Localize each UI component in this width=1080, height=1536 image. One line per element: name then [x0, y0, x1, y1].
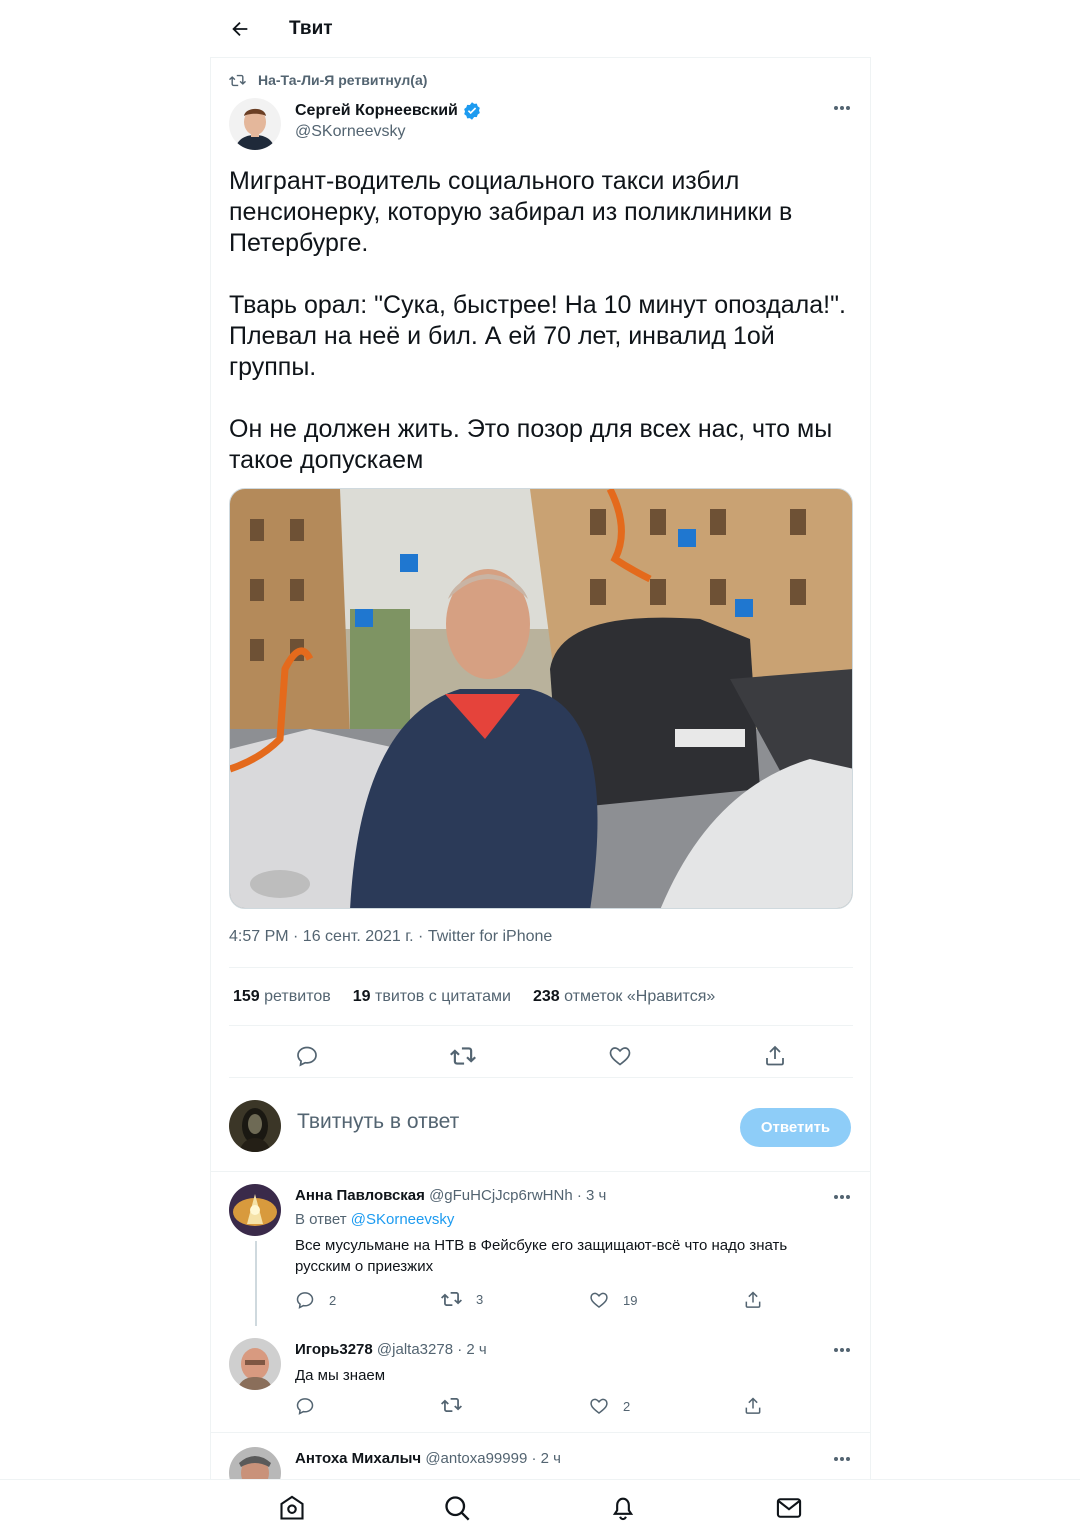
top-bar: Твит: [210, 0, 870, 57]
retweet-icon: [229, 74, 246, 86]
divider: [229, 967, 853, 968]
tweet-text: Мигрант-водитель социального такси избил…: [229, 167, 846, 474]
back-arrow-icon: [232, 21, 248, 36]
reply-icon: [296, 1292, 314, 1309]
divider: [229, 1077, 853, 1078]
reply-author[interactable]: Антоха Михалыч @antoxa99999 · 2 ч: [295, 1450, 561, 1467]
mail-icon[interactable]: [775, 1494, 803, 1522]
reply-actions: 2 3 19: [295, 1290, 775, 1314]
more-button[interactable]: [830, 1342, 854, 1358]
tweet-column: На-Та-Ли-Я ретвитнул(а) Сергей Корнеевск…: [210, 57, 871, 1479]
reply-text: Да мы знаем: [295, 1367, 386, 1384]
back-button[interactable]: [210, 0, 270, 57]
like-icon[interactable]: [608, 1044, 632, 1068]
tweet-meta: 4:57 PM · 16 сент. 2021 г. · Twitter for…: [229, 928, 553, 945]
reply-avatar[interactable]: [229, 1447, 281, 1479]
divider: [229, 1025, 853, 1026]
reply-avatar[interactable]: [229, 1184, 281, 1236]
share-action[interactable]: [743, 1290, 763, 1310]
author-handle[interactable]: @SKorneevsky: [295, 123, 406, 141]
retweet-context[interactable]: На-Та-Ли-Я ретвитнул(а): [229, 72, 427, 88]
share-action[interactable]: [743, 1396, 763, 1416]
reply-icon: [296, 1398, 314, 1415]
thread-line: [255, 1241, 257, 1326]
retweets-stat[interactable]: 159 ретвитов: [233, 988, 331, 1006]
reply-tweet[interactable]: Анна Павловская @gFuHCjJcp6rwHNh · 3 ч В…: [211, 1171, 870, 1326]
retweet-action[interactable]: 3: [441, 1290, 483, 1308]
more-button[interactable]: [830, 100, 854, 116]
author-name[interactable]: Сергей Корнеевский: [295, 101, 482, 121]
home-icon[interactable]: [278, 1494, 306, 1522]
reply-to-handle[interactable]: @SKorneevsky: [351, 1211, 455, 1228]
author-avatar[interactable]: [229, 98, 281, 150]
likes-stat[interactable]: 238 отметок «Нравится»: [533, 988, 715, 1006]
reply-tweet[interactable]: Антоха Михалыч @antoxa99999 · 2 ч: [211, 1433, 870, 1479]
tweet-stats: 159 ретвитов 19 твитов с цитатами 238 от…: [233, 988, 715, 1006]
bell-icon[interactable]: [609, 1494, 637, 1522]
more-icon: [834, 1348, 838, 1352]
more-button[interactable]: [830, 1451, 854, 1467]
page-title: Твит: [289, 17, 333, 39]
reply-avatar[interactable]: [229, 1338, 281, 1390]
more-icon: [834, 106, 838, 110]
reply-icon[interactable]: [295, 1044, 319, 1068]
reply-author[interactable]: Анна Павловская @gFuHCjJcp6rwHNh · 3 ч: [295, 1187, 606, 1204]
tweet-actions: [229, 1036, 853, 1076]
like-action[interactable]: 19: [589, 1290, 637, 1310]
reply-action[interactable]: 2: [295, 1290, 336, 1310]
more-button[interactable]: [830, 1189, 854, 1205]
reply-input[interactable]: Твитнуть в ответ: [297, 1110, 459, 1134]
reply-tweet[interactable]: Игорь3278 @jalta3278 · 2 ч Да мы знаем 2: [211, 1324, 870, 1430]
search-icon[interactable]: [443, 1494, 471, 1522]
share-icon: [745, 1397, 761, 1414]
reply-button[interactable]: Ответить: [740, 1108, 851, 1147]
reply-text: Все мусульмане на НТВ в Фейсбуке его защ…: [295, 1237, 788, 1275]
reply-actions: 2: [295, 1396, 775, 1420]
like-icon: [590, 1292, 608, 1309]
retweet-icon: [441, 1292, 462, 1306]
reply-action[interactable]: [295, 1396, 315, 1416]
verified-badge-icon: [464, 102, 480, 120]
like-icon: [590, 1398, 608, 1415]
retweet-icon: [441, 1398, 462, 1412]
retweet-label: На-Та-Ли-Я ретвитнул(а): [258, 72, 428, 88]
bottom-navigation: [0, 1479, 1080, 1536]
more-icon: [834, 1457, 838, 1461]
more-icon: [834, 1195, 838, 1199]
share-icon[interactable]: [763, 1044, 787, 1068]
tweet-video-thumbnail[interactable]: [229, 488, 853, 909]
current-user-avatar: [229, 1100, 281, 1152]
share-icon: [745, 1291, 761, 1308]
like-action[interactable]: 2: [589, 1396, 630, 1416]
quotes-stat[interactable]: 19 твитов с цитатами: [353, 988, 511, 1006]
retweet-action[interactable]: [441, 1396, 462, 1414]
retweet-icon[interactable]: [450, 1044, 477, 1068]
reply-to-line: В ответ @SKorneevsky: [295, 1211, 455, 1228]
reply-composer: Твитнуть в ответ Ответить: [211, 1088, 870, 1168]
reply-author[interactable]: Игорь3278 @jalta3278 · 2 ч: [295, 1341, 487, 1358]
